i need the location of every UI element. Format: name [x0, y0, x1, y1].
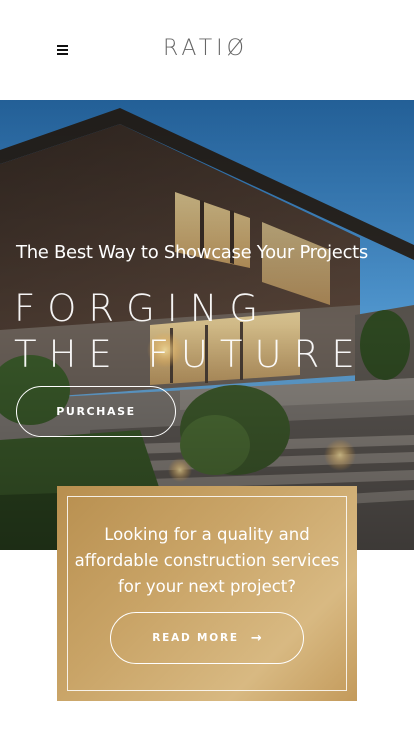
hero-section: The Best Way to Showcase Your Projects F… — [0, 100, 414, 550]
read-more-button[interactable]: READ MORE → — [110, 612, 304, 664]
site-header: RATIØ — [0, 0, 414, 100]
hero-tagline: The Best Way to Showcase Your Projects — [16, 242, 369, 263]
hamburger-menu-icon[interactable] — [56, 43, 70, 57]
hero-title: FORGING THE FUTURE — [14, 287, 367, 376]
promo-card: Looking for a quality and affordable con… — [57, 486, 357, 701]
site-logo[interactable]: RATIØ — [163, 36, 248, 61]
purchase-button[interactable]: PURCHASE — [16, 386, 176, 437]
arrow-right-icon: → — [250, 630, 262, 646]
promo-text: Looking for a quality and affordable con… — [74, 525, 340, 596]
read-more-label: READ MORE — [152, 632, 239, 644]
